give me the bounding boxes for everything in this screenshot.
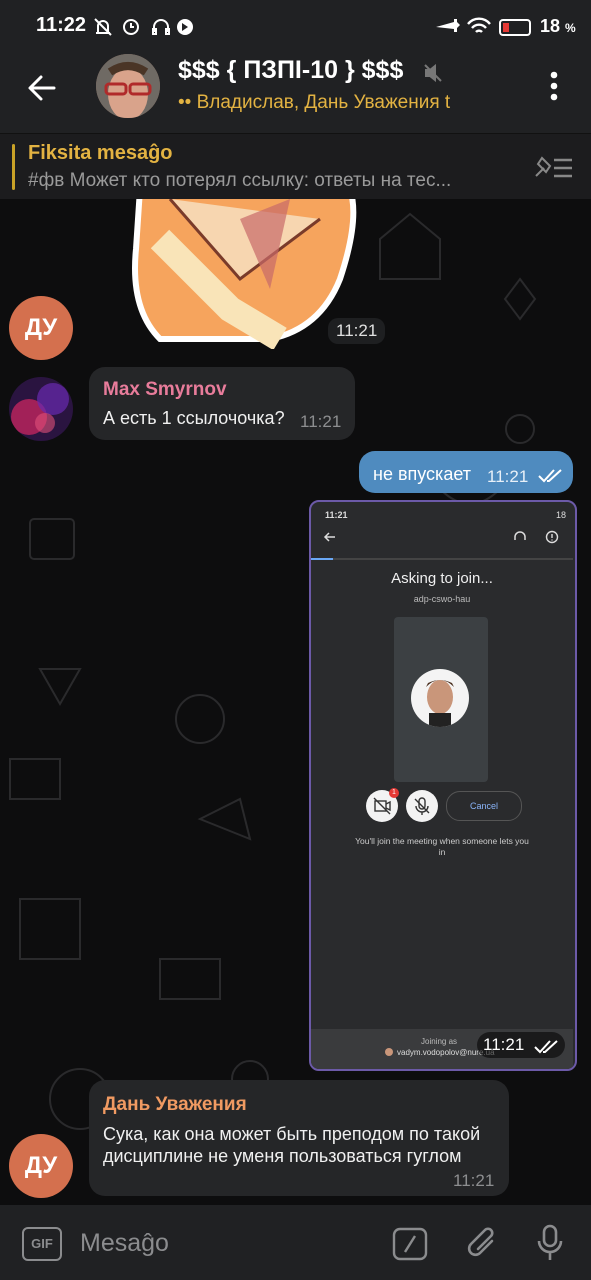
progress-fill bbox=[311, 558, 333, 560]
arrow-left-icon[interactable] bbox=[26, 72, 58, 104]
image-time-badge: 11:21 bbox=[477, 1032, 565, 1058]
pinned-title: Fiksita mesaĝo bbox=[28, 142, 173, 164]
meeting-code: adp-cswo-hau bbox=[413, 594, 471, 604]
command-icon[interactable] bbox=[392, 1227, 428, 1261]
message-input[interactable]: Mesaĝo bbox=[80, 1229, 169, 1258]
mic-off-button bbox=[406, 790, 438, 822]
mic-off-icon bbox=[414, 797, 430, 815]
avatar[interactable] bbox=[9, 377, 73, 441]
message-bubble[interactable]: Max Smyrnov А есть 1 ссылочочка? 11:21 bbox=[89, 367, 355, 440]
double-check-icon bbox=[538, 469, 562, 483]
pinned-indicator bbox=[12, 144, 15, 190]
pin-list-icon[interactable] bbox=[532, 152, 574, 182]
joining-label: Joining as bbox=[421, 1037, 458, 1046]
message-composer: GIF Mesaĝo bbox=[0, 1205, 591, 1280]
avatar[interactable]: ДУ bbox=[9, 296, 73, 360]
status-bar: 11:22 18 % bbox=[0, 0, 591, 50]
message-time: 11:21 bbox=[483, 1035, 525, 1054]
notification-icons bbox=[94, 18, 193, 36]
attach-icon[interactable] bbox=[466, 1225, 500, 1263]
message-text: А есть 1 ссылочочка? bbox=[103, 408, 285, 428]
progress-track bbox=[311, 558, 573, 560]
info-icon bbox=[545, 530, 559, 544]
camera-badge: 1 bbox=[389, 788, 399, 798]
message-text: Сука, как она может быть преподом по так… bbox=[103, 1124, 481, 1166]
sender-name[interactable]: Дань Уважения bbox=[103, 1094, 247, 1116]
battery-value: 18 bbox=[540, 16, 561, 36]
message-bubble-outgoing[interactable]: не впускает 11:21 bbox=[359, 451, 573, 493]
account-avatar bbox=[385, 1048, 393, 1056]
screenshot-battery: 18 bbox=[556, 510, 567, 520]
headphones-icon bbox=[514, 531, 526, 540]
avatar-initials: ДУ bbox=[24, 1152, 58, 1179]
message-bubble[interactable]: Дань Уважения Сука, как она может быть п… bbox=[89, 1080, 509, 1196]
chat-area[interactable]: ДУ 11:21 Max Smyrnov А есть 1 ссылочочка… bbox=[0, 199, 591, 1205]
sender-name[interactable]: Max Smyrnov bbox=[103, 379, 227, 401]
chat-subtitle: •• Владислав, Дань Уважения t bbox=[178, 92, 451, 113]
system-icons bbox=[436, 17, 531, 36]
sticker-image[interactable] bbox=[120, 199, 360, 349]
avatar-initials: ДУ bbox=[24, 314, 58, 341]
more-vert-icon[interactable] bbox=[546, 68, 562, 104]
message-text: не впускает bbox=[373, 464, 471, 484]
chat-header: $$$ { ПЗПІ-10 } $$$ •• Владислав, Дань У… bbox=[0, 50, 591, 133]
message-time: 11:21 bbox=[300, 412, 342, 431]
join-hint: You'll join the meeting when someone let… bbox=[355, 836, 529, 857]
gif-button[interactable]: GIF bbox=[22, 1227, 62, 1261]
message-time: 11:21 bbox=[487, 467, 529, 486]
chat-title[interactable]: $$$ { ПЗПІ-10 } $$$ bbox=[178, 56, 403, 85]
avatar[interactable]: ДУ bbox=[9, 1134, 73, 1198]
sticker-time: 11:21 bbox=[328, 318, 386, 344]
chat-avatar[interactable] bbox=[96, 54, 160, 118]
pinned-message-bar[interactable]: Fiksita mesaĝo #фв Может кто потерял ссы… bbox=[0, 133, 591, 200]
battery-unit: % bbox=[565, 21, 576, 35]
image-message[interactable]: 11:21 18 Asking to join... adp-cswo-hau … bbox=[309, 500, 577, 1071]
battery-percent: 18 % bbox=[540, 16, 576, 37]
cancel-button: Cancel bbox=[446, 791, 522, 821]
camera-off-button: 1 bbox=[366, 788, 399, 822]
pinned-text: #фв Может кто потерял ссылку: ответы на … bbox=[28, 170, 452, 191]
double-check-icon bbox=[534, 1040, 558, 1054]
self-preview bbox=[394, 617, 488, 782]
message-time: 11:21 bbox=[453, 1171, 495, 1190]
muted-icon bbox=[424, 64, 442, 82]
microphone-icon[interactable] bbox=[535, 1223, 565, 1263]
status-time: 11:22 bbox=[36, 14, 87, 36]
screenshot-status-time: 11:21 bbox=[325, 510, 348, 520]
join-title: Asking to join... bbox=[391, 570, 493, 587]
arrow-left-icon bbox=[323, 532, 335, 542]
self-avatar bbox=[411, 669, 469, 727]
